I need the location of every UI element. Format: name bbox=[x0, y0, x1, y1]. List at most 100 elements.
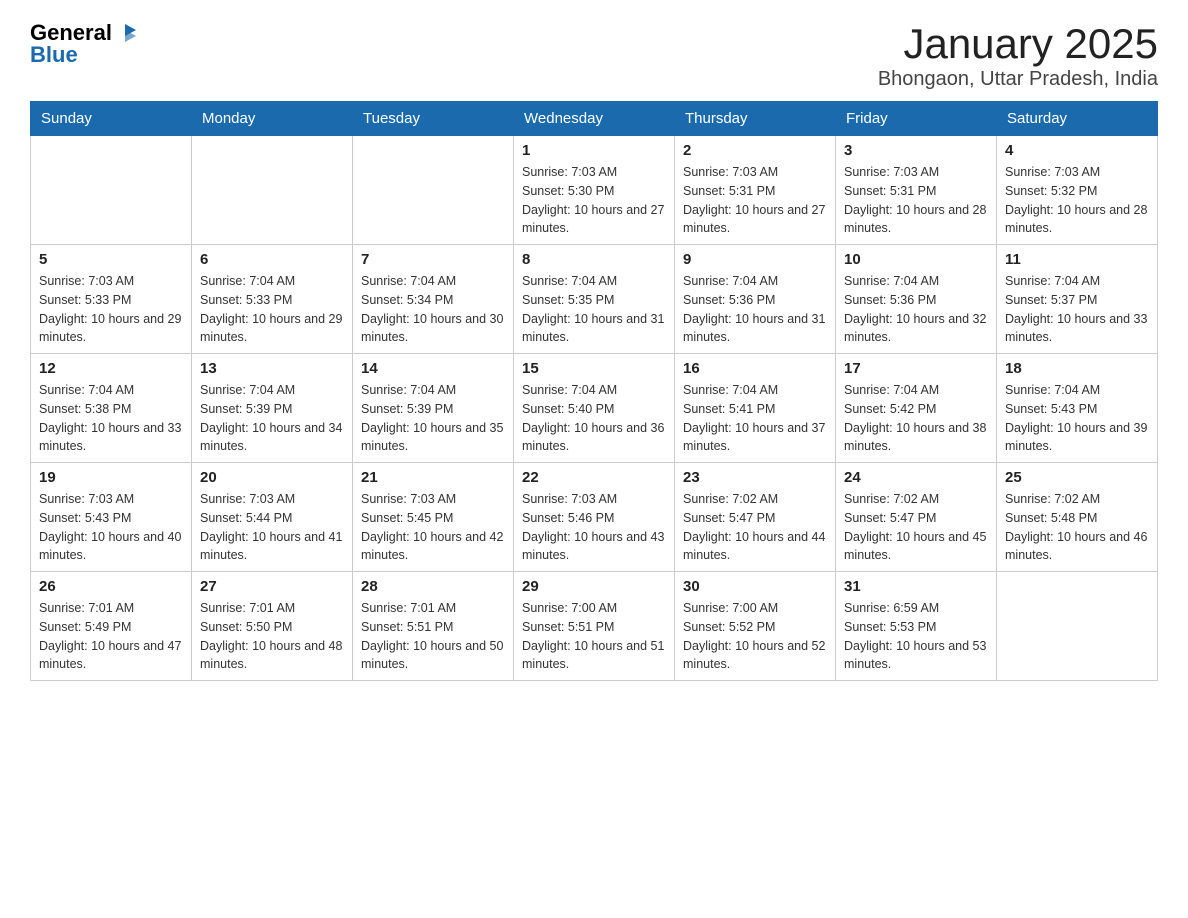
day-number: 22 bbox=[522, 469, 666, 486]
calendar-cell: 10 Sunrise: 7:04 AM Sunset: 5:36 PM Dayli… bbox=[836, 245, 997, 354]
day-info: Sunrise: 7:03 AM Sunset: 5:46 PM Dayligh… bbox=[522, 490, 666, 565]
calendar-cell: 21 Sunrise: 7:03 AM Sunset: 5:45 PM Dayli… bbox=[353, 463, 514, 572]
day-info: Sunrise: 7:04 AM Sunset: 5:41 PM Dayligh… bbox=[683, 381, 827, 456]
day-number: 26 bbox=[39, 578, 183, 595]
day-info: Sunrise: 7:03 AM Sunset: 5:45 PM Dayligh… bbox=[361, 490, 505, 565]
day-number: 5 bbox=[39, 251, 183, 268]
calendar-week-row: 19Sunrise: 7:03 AM Sunset: 5:43 PM Dayli… bbox=[31, 463, 1158, 572]
calendar-cell: 31 Sunrise: 6:59 AM Sunset: 5:53 PM Dayli… bbox=[836, 572, 997, 681]
day-number: 28 bbox=[361, 578, 505, 595]
day-number: 12 bbox=[39, 360, 183, 377]
day-number: 30 bbox=[683, 578, 827, 595]
calendar-cell bbox=[31, 136, 192, 245]
day-info: Sunrise: 7:04 AM Sunset: 5:40 PM Dayligh… bbox=[522, 381, 666, 456]
day-info: Sunrise: 7:01 AM Sunset: 5:50 PM Dayligh… bbox=[200, 599, 344, 674]
day-number: 7 bbox=[361, 251, 505, 268]
day-number: 17 bbox=[844, 360, 988, 377]
calendar-header-row: SundayMondayTuesdayWednesdayThursdayFrid… bbox=[31, 102, 1158, 136]
day-number: 25 bbox=[1005, 469, 1149, 486]
day-number: 9 bbox=[683, 251, 827, 268]
calendar-cell: 27 Sunrise: 7:01 AM Sunset: 5:50 PM Dayli… bbox=[192, 572, 353, 681]
day-of-week-header: Tuesday bbox=[353, 102, 514, 136]
calendar-cell: 3 Sunrise: 7:03 AM Sunset: 5:31 PM Daylig… bbox=[836, 136, 997, 245]
calendar-cell: 26 Sunrise: 7:01 AM Sunset: 5:49 PM Dayli… bbox=[31, 572, 192, 681]
day-of-week-header: Saturday bbox=[997, 102, 1158, 136]
calendar-cell: 25 Sunrise: 7:02 AM Sunset: 5:48 PM Dayli… bbox=[997, 463, 1158, 572]
calendar-cell: 16Sunrise: 7:04 AM Sunset: 5:41 PM Dayli… bbox=[675, 354, 836, 463]
day-info: Sunrise: 7:03 AM Sunset: 5:31 PM Dayligh… bbox=[683, 163, 827, 238]
day-info: Sunrise: 7:04 AM Sunset: 5:36 PM Dayligh… bbox=[844, 272, 988, 347]
calendar-cell: 23Sunrise: 7:02 AM Sunset: 5:47 PM Dayli… bbox=[675, 463, 836, 572]
calendar-cell bbox=[353, 136, 514, 245]
calendar-cell: 9 Sunrise: 7:04 AM Sunset: 5:36 PM Daylig… bbox=[675, 245, 836, 354]
day-number: 13 bbox=[200, 360, 344, 377]
logo-flag-icon bbox=[114, 22, 136, 44]
day-info: Sunrise: 7:01 AM Sunset: 5:51 PM Dayligh… bbox=[361, 599, 505, 674]
day-of-week-header: Monday bbox=[192, 102, 353, 136]
day-number: 14 bbox=[361, 360, 505, 377]
calendar-cell: 17 Sunrise: 7:04 AM Sunset: 5:42 PM Dayli… bbox=[836, 354, 997, 463]
calendar-cell: 13 Sunrise: 7:04 AM Sunset: 5:39 PM Dayli… bbox=[192, 354, 353, 463]
logo-blue-text: Blue bbox=[30, 42, 78, 68]
calendar-cell: 6 Sunrise: 7:04 AM Sunset: 5:33 PM Daylig… bbox=[192, 245, 353, 354]
day-info: Sunrise: 7:04 AM Sunset: 5:42 PM Dayligh… bbox=[844, 381, 988, 456]
logo: General Blue bbox=[30, 20, 136, 68]
day-number: 27 bbox=[200, 578, 344, 595]
calendar-cell: 30 Sunrise: 7:00 AM Sunset: 5:52 PM Dayli… bbox=[675, 572, 836, 681]
day-info: Sunrise: 7:03 AM Sunset: 5:33 PM Dayligh… bbox=[39, 272, 183, 347]
calendar-table: SundayMondayTuesdayWednesdayThursdayFrid… bbox=[30, 101, 1158, 681]
calendar-cell bbox=[997, 572, 1158, 681]
day-info: Sunrise: 7:02 AM Sunset: 5:48 PM Dayligh… bbox=[1005, 490, 1149, 565]
calendar-cell: 1 Sunrise: 7:03 AM Sunset: 5:30 PM Daylig… bbox=[514, 136, 675, 245]
day-info: Sunrise: 7:04 AM Sunset: 5:38 PM Dayligh… bbox=[39, 381, 183, 456]
day-number: 21 bbox=[361, 469, 505, 486]
calendar-cell: 18 Sunrise: 7:04 AM Sunset: 5:43 PM Dayli… bbox=[997, 354, 1158, 463]
day-number: 8 bbox=[522, 251, 666, 268]
title-section: January 2025 Bhongaon, Uttar Pradesh, In… bbox=[878, 20, 1158, 91]
day-info: Sunrise: 7:04 AM Sunset: 5:37 PM Dayligh… bbox=[1005, 272, 1149, 347]
day-number: 2 bbox=[683, 142, 827, 159]
day-number: 24 bbox=[844, 469, 988, 486]
day-info: Sunrise: 7:04 AM Sunset: 5:39 PM Dayligh… bbox=[361, 381, 505, 456]
day-info: Sunrise: 6:59 AM Sunset: 5:53 PM Dayligh… bbox=[844, 599, 988, 674]
day-number: 10 bbox=[844, 251, 988, 268]
calendar-cell: 12 Sunrise: 7:04 AM Sunset: 5:38 PM Dayli… bbox=[31, 354, 192, 463]
calendar-week-row: 26 Sunrise: 7:01 AM Sunset: 5:49 PM Dayli… bbox=[31, 572, 1158, 681]
calendar-cell: 4Sunrise: 7:03 AM Sunset: 5:32 PM Daylig… bbox=[997, 136, 1158, 245]
day-info: Sunrise: 7:03 AM Sunset: 5:31 PM Dayligh… bbox=[844, 163, 988, 238]
calendar-week-row: 5 Sunrise: 7:03 AM Sunset: 5:33 PM Daylig… bbox=[31, 245, 1158, 354]
calendar-cell: 29Sunrise: 7:00 AM Sunset: 5:51 PM Dayli… bbox=[514, 572, 675, 681]
day-info: Sunrise: 7:03 AM Sunset: 5:43 PM Dayligh… bbox=[39, 490, 183, 565]
day-info: Sunrise: 7:04 AM Sunset: 5:36 PM Dayligh… bbox=[683, 272, 827, 347]
calendar-cell: 15 Sunrise: 7:04 AM Sunset: 5:40 PM Dayli… bbox=[514, 354, 675, 463]
day-info: Sunrise: 7:02 AM Sunset: 5:47 PM Dayligh… bbox=[844, 490, 988, 565]
day-info: Sunrise: 7:04 AM Sunset: 5:39 PM Dayligh… bbox=[200, 381, 344, 456]
calendar-cell: 19Sunrise: 7:03 AM Sunset: 5:43 PM Dayli… bbox=[31, 463, 192, 572]
day-number: 3 bbox=[844, 142, 988, 159]
day-of-week-header: Friday bbox=[836, 102, 997, 136]
day-number: 31 bbox=[844, 578, 988, 595]
day-number: 6 bbox=[200, 251, 344, 268]
day-info: Sunrise: 7:03 AM Sunset: 5:32 PM Dayligh… bbox=[1005, 163, 1149, 238]
day-of-week-header: Wednesday bbox=[514, 102, 675, 136]
calendar-cell: 5 Sunrise: 7:03 AM Sunset: 5:33 PM Daylig… bbox=[31, 245, 192, 354]
day-info: Sunrise: 7:01 AM Sunset: 5:49 PM Dayligh… bbox=[39, 599, 183, 674]
day-number: 11 bbox=[1005, 251, 1149, 268]
day-info: Sunrise: 7:04 AM Sunset: 5:43 PM Dayligh… bbox=[1005, 381, 1149, 456]
calendar-cell: 2 Sunrise: 7:03 AM Sunset: 5:31 PM Daylig… bbox=[675, 136, 836, 245]
calendar-cell: 24 Sunrise: 7:02 AM Sunset: 5:47 PM Dayli… bbox=[836, 463, 997, 572]
day-info: Sunrise: 7:03 AM Sunset: 5:30 PM Dayligh… bbox=[522, 163, 666, 238]
day-of-week-header: Thursday bbox=[675, 102, 836, 136]
day-info: Sunrise: 7:03 AM Sunset: 5:44 PM Dayligh… bbox=[200, 490, 344, 565]
calendar-week-row: 12 Sunrise: 7:04 AM Sunset: 5:38 PM Dayli… bbox=[31, 354, 1158, 463]
day-number: 18 bbox=[1005, 360, 1149, 377]
day-number: 1 bbox=[522, 142, 666, 159]
day-info: Sunrise: 7:04 AM Sunset: 5:34 PM Dayligh… bbox=[361, 272, 505, 347]
calendar-week-row: 1 Sunrise: 7:03 AM Sunset: 5:30 PM Daylig… bbox=[31, 136, 1158, 245]
day-of-week-header: Sunday bbox=[31, 102, 192, 136]
day-info: Sunrise: 7:04 AM Sunset: 5:35 PM Dayligh… bbox=[522, 272, 666, 347]
day-info: Sunrise: 7:04 AM Sunset: 5:33 PM Dayligh… bbox=[200, 272, 344, 347]
calendar-cell: 20Sunrise: 7:03 AM Sunset: 5:44 PM Dayli… bbox=[192, 463, 353, 572]
day-number: 15 bbox=[522, 360, 666, 377]
day-info: Sunrise: 7:00 AM Sunset: 5:52 PM Dayligh… bbox=[683, 599, 827, 674]
